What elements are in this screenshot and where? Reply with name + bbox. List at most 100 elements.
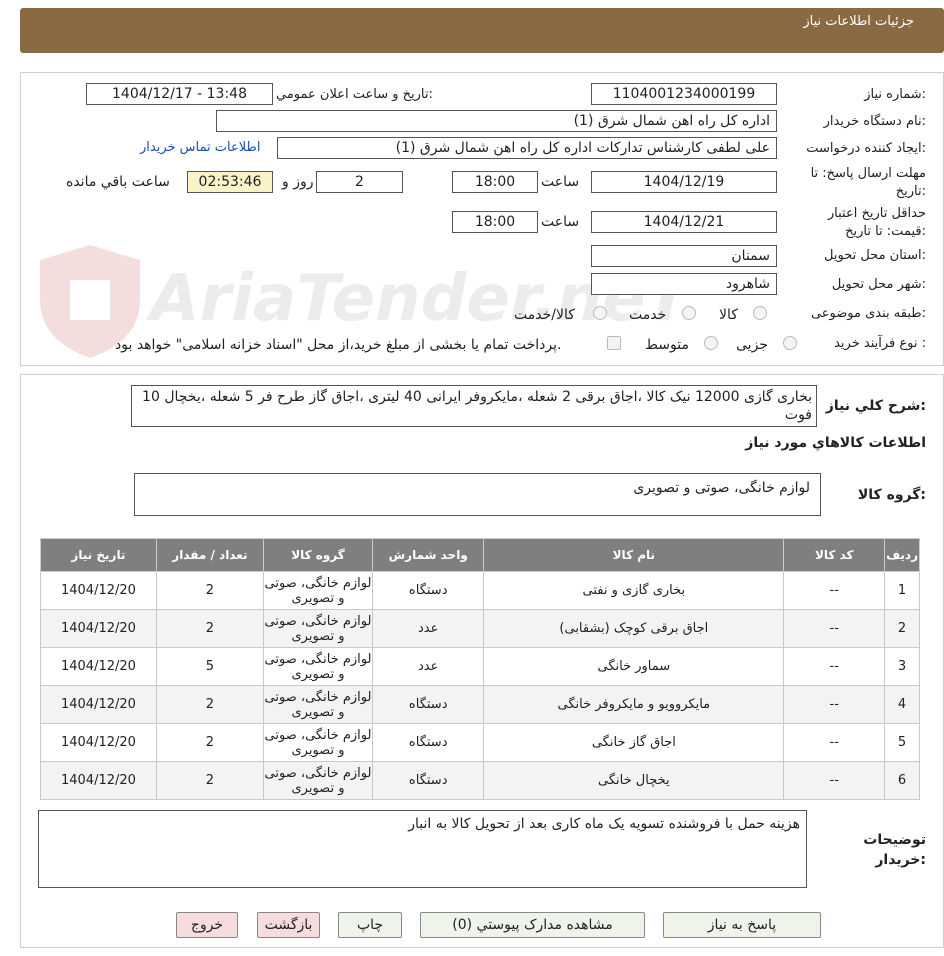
city-field: شاهرود [591,273,777,295]
cell-row: 6 [884,761,920,800]
table-row: 1 -- بخاری گازی و نفتی دستگاه لوازم خانگ… [40,571,920,610]
cell-name: بخاری گازی و نفتی [483,571,785,610]
col-header-date: تاریخ نیاز [40,538,157,572]
summary-label: شرح کلي نياز: [825,398,926,414]
process-minor-label: جزیی [736,337,768,353]
col-header-name: نام کالا [483,538,785,572]
cell-date: 1404/12/20 [40,723,157,762]
cell-group: لوازم خانگی، صوتی و تصویری [262,761,374,800]
process-radio-minor[interactable] [783,336,797,350]
cell-code: -- [783,609,886,648]
remaining-time-label: ساعت باقي مانده [66,174,170,190]
cell-code: -- [783,723,886,762]
group-label: گروه کالا: [857,487,926,503]
cell-date: 1404/12/20 [40,609,157,648]
cell-unit: دستگاه [372,571,485,610]
page-title: جزئیات اطلاعات نیاز [803,14,914,29]
print-button[interactable]: چاپ [338,912,402,938]
summary-textarea[interactable]: بخاری گازی 12000 نیک کالا ،اجاق برقی 2 ش… [131,385,817,427]
cell-row: 2 [884,609,920,648]
category-radio-service[interactable] [682,306,696,320]
col-header-unit: واحد شمارش [372,538,485,572]
back-button[interactable]: بازگشت [257,912,320,938]
cell-name: اجاق برقی کوچک (بشقابی) [483,609,785,648]
items-section-title: اطلاعات کالاهاي مورد نياز [745,435,926,451]
validity-date-field: 1404/12/21 [591,211,777,233]
items-table: ردیف کد کالا نام کالا واحد شمارش گروه کا… [40,538,920,800]
notes-label: توضیحات خریدار: [863,832,926,868]
cell-group: لوازم خانگی، صوتی و تصویری [262,571,374,610]
province-label: استان محل تحویل: [824,248,926,263]
need-number-field: 1104001234000199 [591,83,777,105]
cell-code: -- [783,571,886,610]
notes-textarea[interactable]: هزینه حمل با فروشنده تسویه یک ماه کاری ب… [38,810,807,888]
category-service-label: خدمت [629,307,667,323]
remaining-time-field: 02:53:46 [187,171,273,193]
deadline-time-label: ساعت [541,174,580,190]
buyer-label: نام دستگاه خریدار: [823,114,926,129]
cell-code: -- [783,685,886,724]
buyer-contact-link[interactable]: اطلاعات تماس خریدار [140,140,260,155]
cell-qty: 2 [155,571,264,610]
cell-date: 1404/12/20 [40,571,157,610]
cell-unit: دستگاه [372,723,485,762]
col-header-row: ردیف [884,538,920,572]
payment-note: پرداخت تمام یا بخشی از مبلغ خرید،از محل … [115,337,562,353]
reply-button[interactable]: پاسخ به نیاز [663,912,821,938]
cell-name: اجاق گاز خانگی [483,723,785,762]
col-header-qty: تعداد / مقدار [155,538,264,572]
col-header-group: گروه کالا [262,538,374,572]
payment-checkbox[interactable] [607,336,621,350]
cell-qty: 2 [155,723,264,762]
city-label: شهر محل تحویل: [831,277,926,292]
days-field: 2 [316,171,403,193]
category-label: طبقه بندی موضوعی: [810,306,926,321]
col-header-code: کد کالا [783,538,886,572]
cell-unit: دستگاه [372,761,485,800]
cell-group: لوازم خانگی، صوتی و تصویری [262,685,374,724]
cell-group: لوازم خانگی، صوتی و تصویری [262,723,374,762]
creator-label: ایجاد کننده درخواست: [806,141,926,156]
cell-unit: عدد [372,647,485,686]
cell-date: 1404/12/20 [40,647,157,686]
process-label: نوع فرآیند خرید : [834,336,926,351]
cell-qty: 2 [155,761,264,800]
cell-row: 1 [884,571,920,610]
exit-button[interactable]: خروج [176,912,238,938]
deadline-time-field: 18:00 [452,171,538,193]
province-field: سمنان [591,245,777,267]
validity-time-field: 18:00 [452,211,538,233]
table-row: 6 -- یخچال خانگی دستگاه لوازم خانگی، صوت… [40,761,920,800]
cell-qty: 2 [155,685,264,724]
need-number-label: شماره نیاز: [864,87,926,102]
buyer-field: اداره کل راه اهن شمال شرق (1) [216,110,777,132]
cell-qty: 5 [155,647,264,686]
cell-qty: 2 [155,609,264,648]
validity-time-label: ساعت [541,214,580,230]
cell-name: یخچال خانگی [483,761,785,800]
table-row: 4 -- مایکروویو و مایکروفر خانگی دستگاه ل… [40,685,920,724]
process-radio-medium[interactable] [704,336,718,350]
view-attachments-button[interactable]: مشاهده مدارک پیوستي (0) [420,912,645,938]
table-header-row: ردیف کد کالا نام کالا واحد شمارش گروه کا… [40,538,920,572]
table-row: 5 -- اجاق گاز خانگی دستگاه لوازم خانگی، … [40,723,920,762]
cell-row: 4 [884,685,920,724]
group-textarea[interactable]: لوازم خانگی، صوتی و تصویری [134,473,821,516]
cell-unit: دستگاه [372,685,485,724]
deadline-label: مهلت ارسال پاسخ: تا تاریخ: [810,166,926,199]
cell-unit: عدد [372,609,485,648]
process-medium-label: متوسط [645,337,689,353]
cell-date: 1404/12/20 [40,761,157,800]
cell-date: 1404/12/20 [40,685,157,724]
cell-group: لوازم خانگی، صوتی و تصویری [262,647,374,686]
category-goods-label: کالا [719,307,738,323]
deadline-date-field: 1404/12/19 [591,171,777,193]
category-radio-goods[interactable] [753,306,767,320]
table-row: 3 -- سماور خانگی عدد لوازم خانگی، صوتی و… [40,647,920,686]
cell-row: 5 [884,723,920,762]
announce-field: 1404/12/17 - 13:48 [86,83,273,105]
cell-row: 3 [884,647,920,686]
cell-name: سماور خانگی [483,647,785,686]
cell-name: مایکروویو و مایکروفر خانگی [483,685,785,724]
category-radio-both[interactable] [593,306,607,320]
